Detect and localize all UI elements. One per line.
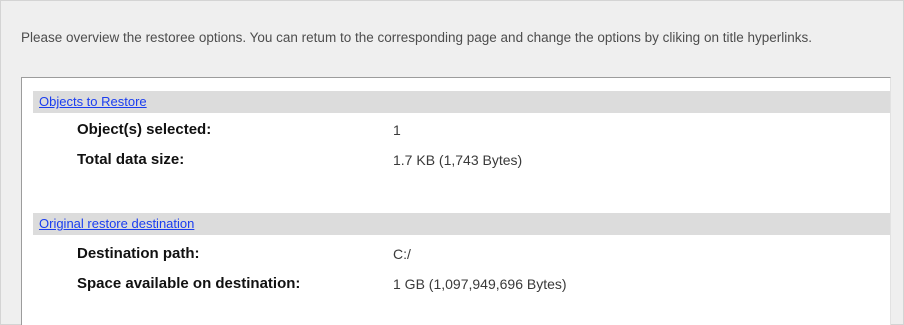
objects-selected-value: 1 [393,122,401,138]
summary-panel: Objects to Restore Object(s) selected: 1… [21,77,891,325]
section-header-objects: Objects to Restore [33,91,890,113]
row-destination-path: Destination path: C:/ [22,243,890,267]
total-data-size-value: 1.7 KB (1,743 Bytes) [393,152,523,168]
objects-to-restore-link[interactable]: Objects to Restore [39,94,147,109]
section-header-destination: Original restore destination [33,213,890,235]
row-space-available: Space available on destination: 1 GB (1,… [22,273,890,297]
original-restore-destination-link[interactable]: Original restore destination [39,216,194,231]
total-data-size-label: Total data size: [77,151,185,168]
intro-text: Please overview the restoree options. Yo… [21,30,812,45]
destination-path-value: C:/ [393,246,411,262]
row-total-data-size: Total data size: 1.7 KB (1,743 Bytes) [22,149,890,173]
space-available-value: 1 GB (1,097,949,696 Bytes) [393,276,567,292]
destination-path-label: Destination path: [77,245,200,262]
row-objects-selected: Object(s) selected: 1 [22,119,890,143]
space-available-label: Space available on destination: [77,275,301,292]
objects-selected-label: Object(s) selected: [77,121,212,138]
restore-summary-page: Please overview the restoree options. Yo… [0,0,904,325]
